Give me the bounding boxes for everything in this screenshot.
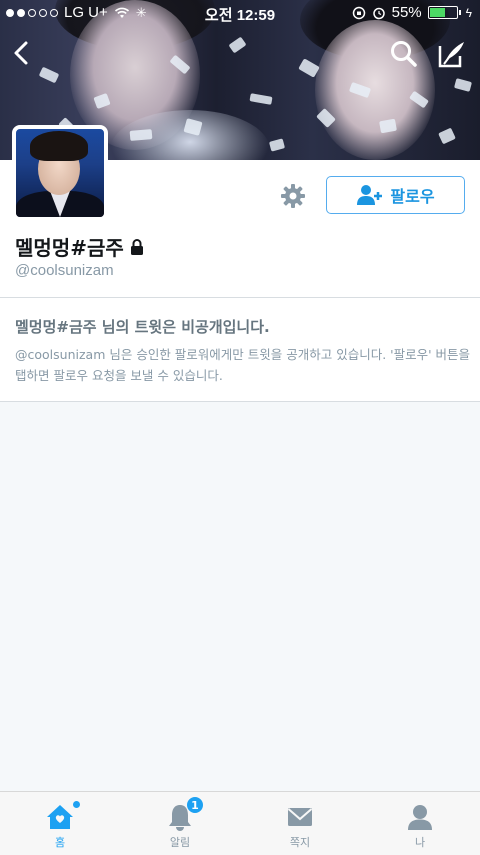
battery-icon [427,6,461,19]
person-icon [408,805,432,830]
rotation-lock-icon [352,6,365,19]
profile-name-row: 멜멍멍#금주 [15,232,144,261]
protected-tweets-notice: 멜멍멍#금주 님의 트윗은 비공개입니다. @coolsunizam 님은 승인… [0,298,480,402]
home-icon [47,805,73,829]
status-bar: LG U+ ✳ 오전 12:59 55% ϟ [0,0,480,26]
add-user-icon [357,185,383,205]
alarm-icon [372,7,385,19]
protected-description: @coolsunizam 님은 승인한 팔로워에게만 트윗을 공개하고 있습니다… [15,347,471,383]
envelope-icon [287,808,313,826]
home-new-dot [72,800,81,809]
profile-handle: @coolsunizam [15,262,114,279]
follow-button-label: 팔로우 [390,187,435,206]
avatar[interactable] [12,125,108,221]
gear-icon[interactable] [279,182,307,210]
bottom-tab-bar: 홈 1 알림 쪽지 나 [0,791,480,855]
profile-section: 팔로우 멜멍멍#금주 @coolsunizam [0,125,480,298]
lock-icon [130,238,143,255]
tab-me[interactable]: 나 [360,792,480,855]
charging-icon: ϟ [465,5,472,20]
notification-badge: 1 [186,796,204,814]
tab-label-home: 홈 [54,836,66,849]
battery-percent: 55% [391,4,422,21]
protected-title: 멜멍멍#금주 님의 트윗은 비공개입니다. [15,318,270,336]
tab-messages[interactable]: 쪽지 [240,792,360,855]
follow-button[interactable]: 팔로우 [326,176,465,214]
display-name: 멜멍멍#금주 [15,236,124,260]
back-icon[interactable] [8,38,38,68]
tab-notifications[interactable]: 1 알림 [120,792,240,855]
search-icon[interactable] [388,38,420,70]
tab-label-me: 나 [414,836,426,849]
tab-label-messages: 쪽지 [289,836,311,849]
compose-icon[interactable] [436,38,468,70]
tab-home[interactable]: 홈 [0,792,120,855]
tab-label-notifications: 알림 [169,836,191,849]
